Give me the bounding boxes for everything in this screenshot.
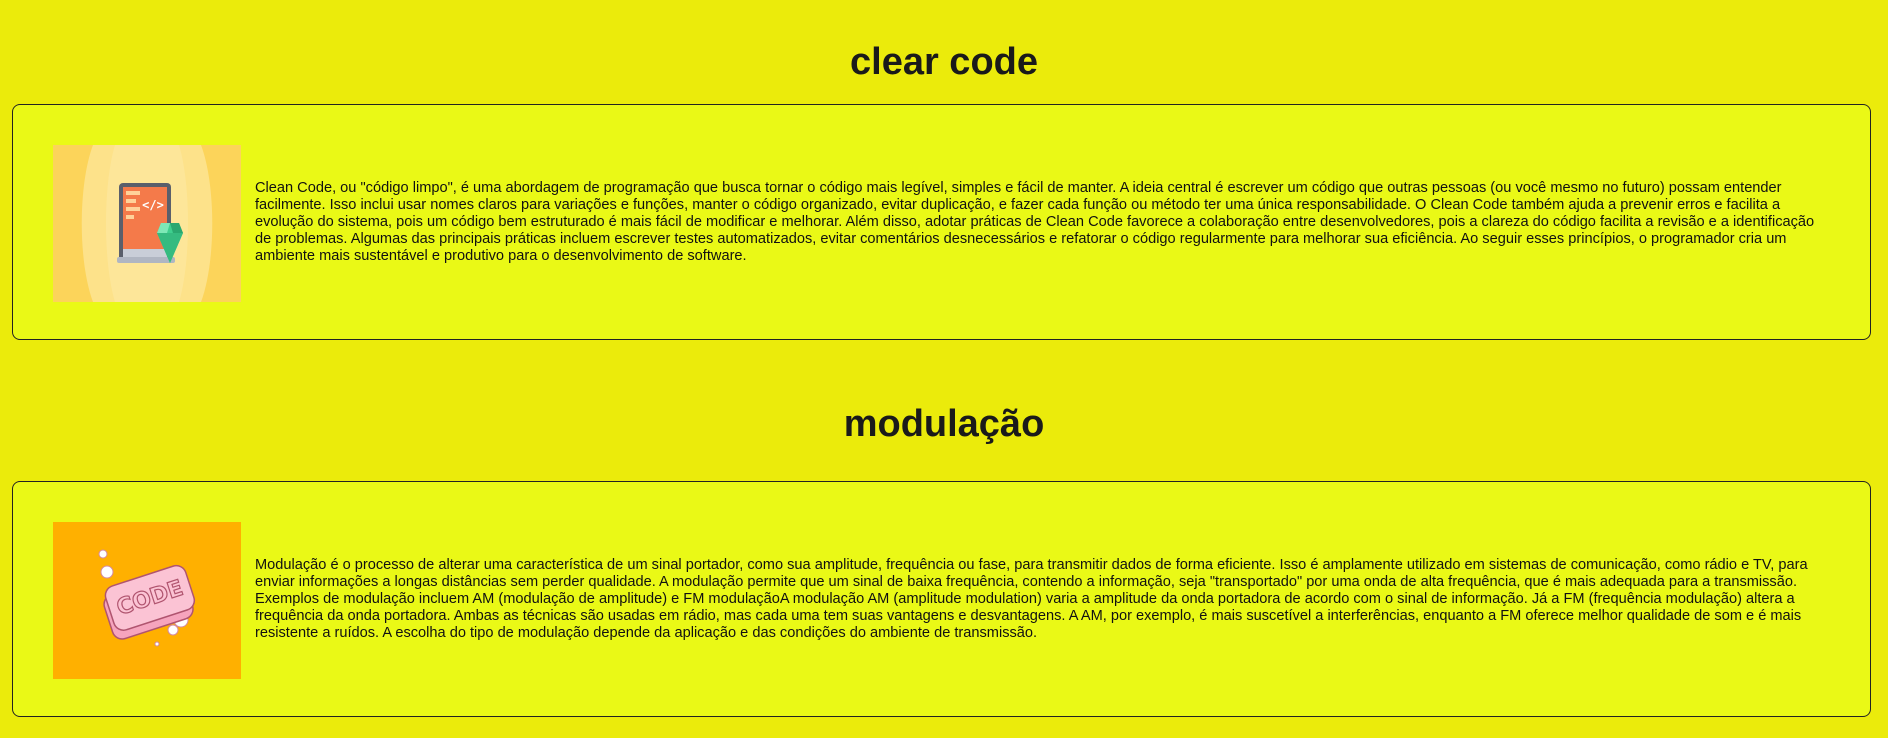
modulacao-paragraph: Modulação é o processo de alterar uma ca…	[255, 556, 1808, 641]
svg-text:</>: </>	[142, 198, 164, 212]
section-title-clear-code: clear code	[850, 41, 1038, 83]
page: clear code </> Clean Code, ou "código li…	[0, 0, 1888, 738]
clear-code-paragraph: Clean Code, ou "código limpo", é uma abo…	[255, 179, 1815, 264]
section-title-modulacao: modulação	[843, 403, 1045, 445]
card-clear-code: </> Clean Code, ou "código limpo", é uma…	[12, 104, 1871, 340]
code-soap-bar-icon: CODE	[53, 522, 241, 679]
card-modulacao: CODE Modulação é o processo de alterar u…	[12, 481, 1871, 717]
modulacao-image: CODE	[53, 522, 241, 679]
clear-code-image: </>	[53, 145, 241, 302]
tablet-code-gem-icon: </>	[53, 145, 241, 302]
modulacao-description: Modulação é o processo de alterar uma ca…	[255, 482, 1822, 716]
clear-code-description: Clean Code, ou "código limpo", é uma abo…	[255, 105, 1822, 339]
